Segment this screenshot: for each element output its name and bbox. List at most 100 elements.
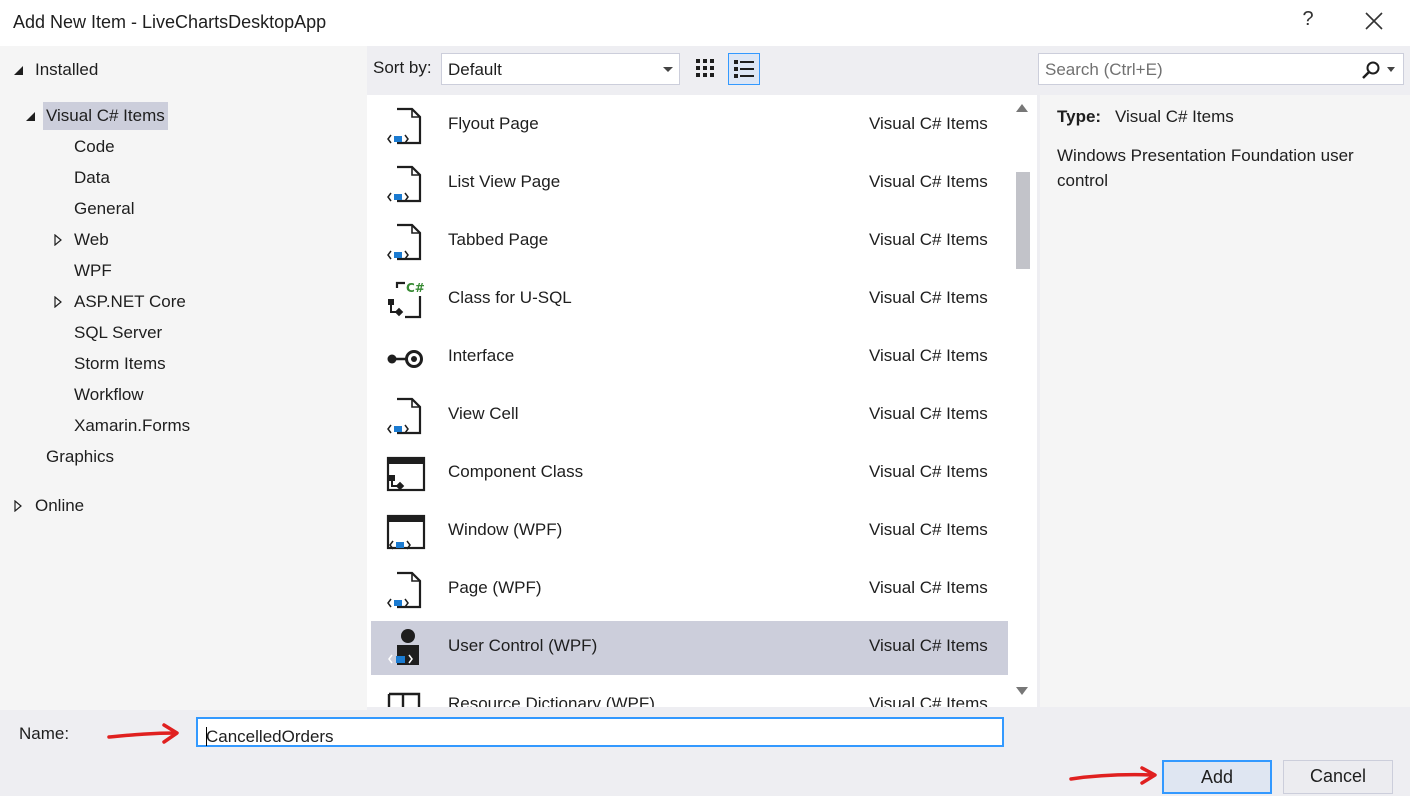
page-icon: [387, 397, 422, 435]
name-field-value: CancelledOrders: [206, 727, 334, 746]
small-icons-view-button[interactable]: [690, 53, 722, 85]
template-row-page-wpf[interactable]: Page (WPF) Visual C# Items: [371, 563, 1008, 617]
title-bar: Add New Item - LiveChartsDesktopApp ?: [0, 0, 1410, 46]
page-icon: [387, 571, 422, 609]
template-name: List View Page: [448, 172, 561, 191]
category-tree: Installed Visual C# Items Code Data Gene…: [0, 46, 367, 710]
template-category: Visual C# Items: [869, 520, 988, 539]
annotation-arrow-icon: [107, 723, 179, 744]
template-name: View Cell: [448, 404, 519, 423]
tree-item-wpf[interactable]: WPF: [74, 257, 112, 285]
tree-item-workflow[interactable]: Workflow: [74, 381, 144, 409]
search-placeholder: Search (Ctrl+E): [1045, 60, 1163, 79]
tree-item-code[interactable]: Code: [74, 133, 115, 161]
close-button[interactable]: [1360, 6, 1388, 36]
template-category: Visual C# Items: [869, 636, 988, 655]
template-description: Windows Presentation Foundation user con…: [1057, 146, 1354, 190]
user-control-icon: [388, 629, 419, 665]
expanded-arrow-icon: [14, 66, 23, 75]
tree-item-xamarin-forms[interactable]: Xamarin.Forms: [74, 412, 190, 440]
sort-by-value: Default: [448, 60, 502, 79]
sort-by-dropdown[interactable]: Default: [441, 53, 680, 85]
template-row-flyout-page[interactable]: Flyout Page Visual C# Items: [371, 99, 1008, 153]
template-row-list-view-page[interactable]: List View Page Visual C# Items: [371, 157, 1008, 211]
template-name: User Control (WPF): [448, 636, 598, 655]
template-row-window-wpf[interactable]: Window (WPF) Visual C# Items: [371, 505, 1008, 559]
template-name: Class for U-SQL: [448, 288, 572, 307]
template-list: Flyout Page Visual C# Items List View Pa…: [367, 95, 1037, 707]
template-category: Visual C# Items: [869, 462, 988, 481]
template-row-resource-dictionary-wpf[interactable]: Resource Dictionary (WPF) Visual C# Item…: [371, 679, 1008, 707]
interface-icon: [387, 350, 423, 368]
template-category: Visual C# Items: [869, 346, 988, 365]
scroll-down-arrow-icon[interactable]: [1016, 687, 1028, 695]
tree-item-visual-csharp-items[interactable]: Visual C# Items: [24, 102, 168, 130]
tree-item-data[interactable]: Data: [74, 164, 110, 192]
template-name: Window (WPF): [448, 520, 563, 539]
template-category: Visual C# Items: [869, 694, 988, 707]
tree-item-general[interactable]: General: [74, 195, 134, 223]
template-name: Resource Dictionary (WPF): [448, 694, 655, 707]
details-view-button[interactable]: [728, 53, 760, 85]
page-icon: [387, 107, 422, 145]
bottom-bar: Name: CancelledOrders Add Cancel: [0, 710, 1410, 796]
template-row-view-cell[interactable]: View Cell Visual C# Items: [371, 389, 1008, 443]
template-category: Visual C# Items: [869, 172, 988, 191]
template-category: Visual C# Items: [869, 114, 988, 133]
template-row-user-control-wpf[interactable]: User Control (WPF) Visual C# Items: [371, 621, 1008, 675]
svg-text:C#: C#: [406, 281, 425, 295]
details-panel: Type: Visual C# Items Windows Presentati…: [1040, 95, 1410, 707]
template-row-component-class[interactable]: Component Class Visual C# Items: [371, 447, 1008, 501]
add-button[interactable]: Add: [1162, 760, 1272, 794]
tree-item-installed[interactable]: Installed: [12, 56, 98, 84]
tree-item-online[interactable]: Online: [12, 492, 84, 520]
template-name: Page (WPF): [448, 578, 542, 597]
page-icon: [387, 165, 422, 203]
tree-item-graphics[interactable]: Graphics: [46, 443, 114, 471]
tree-label-installed: Installed: [35, 60, 99, 79]
chevron-down-icon: [663, 67, 673, 72]
collapsed-arrow-icon: [54, 234, 62, 246]
collapsed-arrow-icon: [14, 500, 22, 512]
expanded-arrow-icon: [26, 112, 35, 121]
template-name: Flyout Page: [448, 114, 539, 133]
grid-view-icon: [696, 59, 714, 77]
template-name: Interface: [448, 346, 515, 365]
cancel-button[interactable]: Cancel: [1283, 760, 1393, 794]
component-icon: [386, 456, 426, 492]
tree-label-web: Web: [74, 230, 109, 249]
csharp-class-icon: C#: [388, 281, 425, 319]
search-icon: [1362, 61, 1380, 79]
tree-label-online: Online: [35, 496, 85, 515]
help-button[interactable]: ?: [1296, 8, 1320, 36]
page-icon: [387, 223, 422, 261]
template-row-class-for-usql[interactable]: C# Class for U-SQL Visual C# Items: [371, 273, 1008, 327]
template-row-interface[interactable]: Interface Visual C# Items: [371, 331, 1008, 385]
tree-item-sql-server[interactable]: SQL Server: [74, 319, 162, 347]
text-cursor: [206, 727, 207, 746]
scroll-up-arrow-icon[interactable]: [1016, 104, 1028, 112]
tree-item-aspnet-core[interactable]: ASP.NET Core: [52, 288, 186, 316]
template-category: Visual C# Items: [869, 288, 988, 307]
list-view-icon: [734, 60, 754, 78]
window-icon: [386, 514, 426, 550]
template-row-tabbed-page[interactable]: Tabbed Page Visual C# Items: [371, 215, 1008, 269]
template-category: Visual C# Items: [869, 578, 988, 597]
name-label: Name:: [19, 724, 70, 743]
tree-label-visual-csharp-items: Visual C# Items: [43, 102, 168, 130]
search-input[interactable]: Search (Ctrl+E): [1038, 53, 1404, 85]
name-field[interactable]: CancelledOrders: [196, 717, 1004, 747]
type-label: Type:: [1057, 107, 1102, 126]
template-category: Visual C# Items: [869, 230, 988, 249]
window-title: Add New Item - LiveChartsDesktopApp: [13, 12, 327, 32]
tree-label-aspnet-core: ASP.NET Core: [74, 292, 186, 311]
template-name: Component Class: [448, 462, 584, 481]
book-icon: [387, 692, 421, 707]
tree-item-web[interactable]: Web: [52, 226, 109, 254]
scroll-thumb[interactable]: [1016, 172, 1030, 269]
tree-item-storm-items[interactable]: Storm Items: [74, 350, 166, 378]
search-options-chevron-icon[interactable]: [1387, 67, 1395, 72]
template-category: Visual C# Items: [869, 404, 988, 423]
template-list-scrollbar[interactable]: [1009, 95, 1037, 707]
type-value: Visual C# Items: [1115, 107, 1234, 126]
